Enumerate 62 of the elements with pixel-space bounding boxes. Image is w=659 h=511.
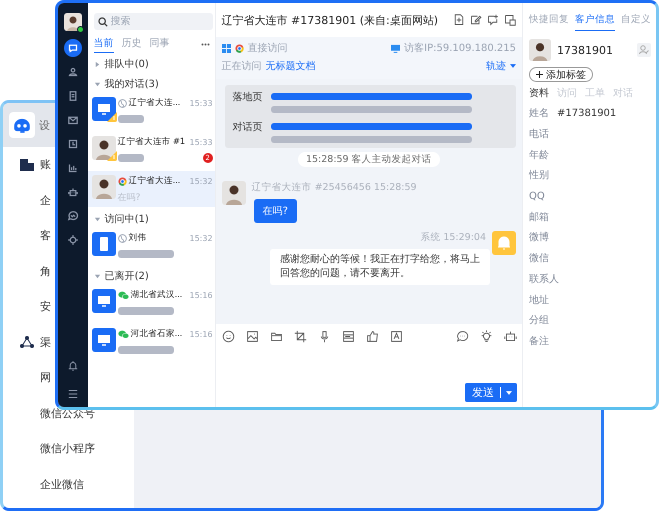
conversation-time: 15:33 bbox=[190, 98, 213, 108]
conversation-time: 15:16 bbox=[190, 330, 213, 338]
customer-message: 在吗? bbox=[254, 199, 297, 223]
field-label: 邮箱 bbox=[529, 210, 549, 224]
info-tab[interactable]: 客户信息 bbox=[575, 13, 615, 31]
conversation-name: 刘伟 bbox=[128, 232, 146, 244]
profile-tab[interactable]: 资料 bbox=[529, 86, 549, 100]
conversation-name: 河北省石家... bbox=[130, 328, 182, 340]
settings-nav-item[interactable]: 客 bbox=[40, 228, 51, 244]
settings-nav-item[interactable]: 企 bbox=[40, 192, 51, 208]
conversation-name: 湖北省武汉... bbox=[130, 289, 182, 301]
search-input[interactable]: 搜索 bbox=[110, 16, 151, 27]
conversation-item[interactable]: 湖北省武汉... 15:16 bbox=[88, 285, 215, 321]
field-label: 电话 bbox=[529, 128, 549, 142]
settings-nav-item[interactable]: 网 bbox=[40, 370, 51, 386]
trail-dropdown[interactable]: 轨迹 bbox=[486, 59, 516, 73]
field-label: 年龄 bbox=[529, 148, 549, 162]
conversation-time: 15:32 bbox=[190, 234, 213, 242]
conversation-time: 15:16 bbox=[190, 290, 213, 300]
conversation-item[interactable]: 河北省石家... 15:16 bbox=[88, 324, 215, 360]
field-value: #17381901 bbox=[557, 108, 616, 119]
field-label: 姓名 bbox=[529, 107, 549, 120]
group-heading[interactable]: 排队中(0) bbox=[104, 57, 149, 71]
chat-title: 辽宁省大连市 #17381901 (来自:桌面网站) bbox=[222, 12, 438, 28]
field-label: 微信 bbox=[529, 252, 549, 266]
add-tag-button[interactable]: 添加标签 bbox=[529, 67, 593, 82]
group-heading[interactable]: 我的对话(3) bbox=[104, 77, 159, 91]
settings-nav-item[interactable]: 渠 bbox=[40, 334, 51, 350]
current-page-link[interactable]: 无标题文档 bbox=[266, 59, 316, 73]
visit-status: 正在访问 bbox=[222, 60, 262, 73]
system-message: 感谢您耐心的等候！我正在打字给您，将马上回答您的问题，请不要离开。 bbox=[270, 249, 490, 285]
field-label: 分组 bbox=[529, 314, 549, 328]
conversation-time: 15:33 bbox=[190, 138, 213, 146]
field-label: 联系人 bbox=[529, 272, 559, 286]
field-label: QQ bbox=[529, 190, 545, 202]
settings-nav-item[interactable]: 微信小程序 bbox=[40, 441, 95, 456]
customer-id: 17381901 bbox=[557, 44, 613, 56]
settings-nav-item[interactable]: 账 bbox=[40, 157, 51, 172]
system-notice: 15:28:59 客人主动发起对话 bbox=[298, 152, 440, 167]
visit-source: 直接访问 bbox=[248, 42, 288, 55]
conversation-name: 辽宁省大连... bbox=[128, 175, 180, 187]
field-label: 备注 bbox=[529, 334, 549, 348]
visitor-ip: 访客IP:59.109.180.215 bbox=[404, 42, 516, 55]
page-label: 落地页 bbox=[232, 90, 263, 105]
settings-nav-item[interactable]: 角 bbox=[40, 264, 51, 279]
settings-nav-item[interactable]: 安 bbox=[40, 299, 51, 314]
field-label: 性别 bbox=[529, 168, 549, 182]
message-meta: 系统 15:29:04 bbox=[420, 231, 486, 244]
conversation-name: 辽宁省大连市 #1 bbox=[118, 136, 185, 148]
group-heading[interactable]: 已离开(2) bbox=[104, 269, 149, 283]
group-heading[interactable]: 访问中(1) bbox=[104, 212, 149, 226]
field-label: 地址 bbox=[529, 294, 549, 307]
field-label: 微博 bbox=[529, 230, 549, 244]
message-meta: 辽宁省大连市 #25456456 15:28:59 bbox=[252, 181, 417, 194]
list-tab[interactable]: 当前 bbox=[94, 36, 114, 53]
conversation-time: 15:32 bbox=[190, 176, 213, 186]
conversation-item[interactable]: 刘伟 15:32 bbox=[88, 228, 215, 264]
conversation-name: 辽宁省大连... bbox=[128, 97, 180, 109]
window-title: 设 bbox=[39, 118, 50, 132]
settings-nav-item[interactable]: 企业微信 bbox=[40, 476, 84, 492]
conversation-item[interactable]: 辽宁省大连... 15:33 bbox=[88, 93, 215, 129]
page-label: 对话页 bbox=[232, 120, 263, 135]
